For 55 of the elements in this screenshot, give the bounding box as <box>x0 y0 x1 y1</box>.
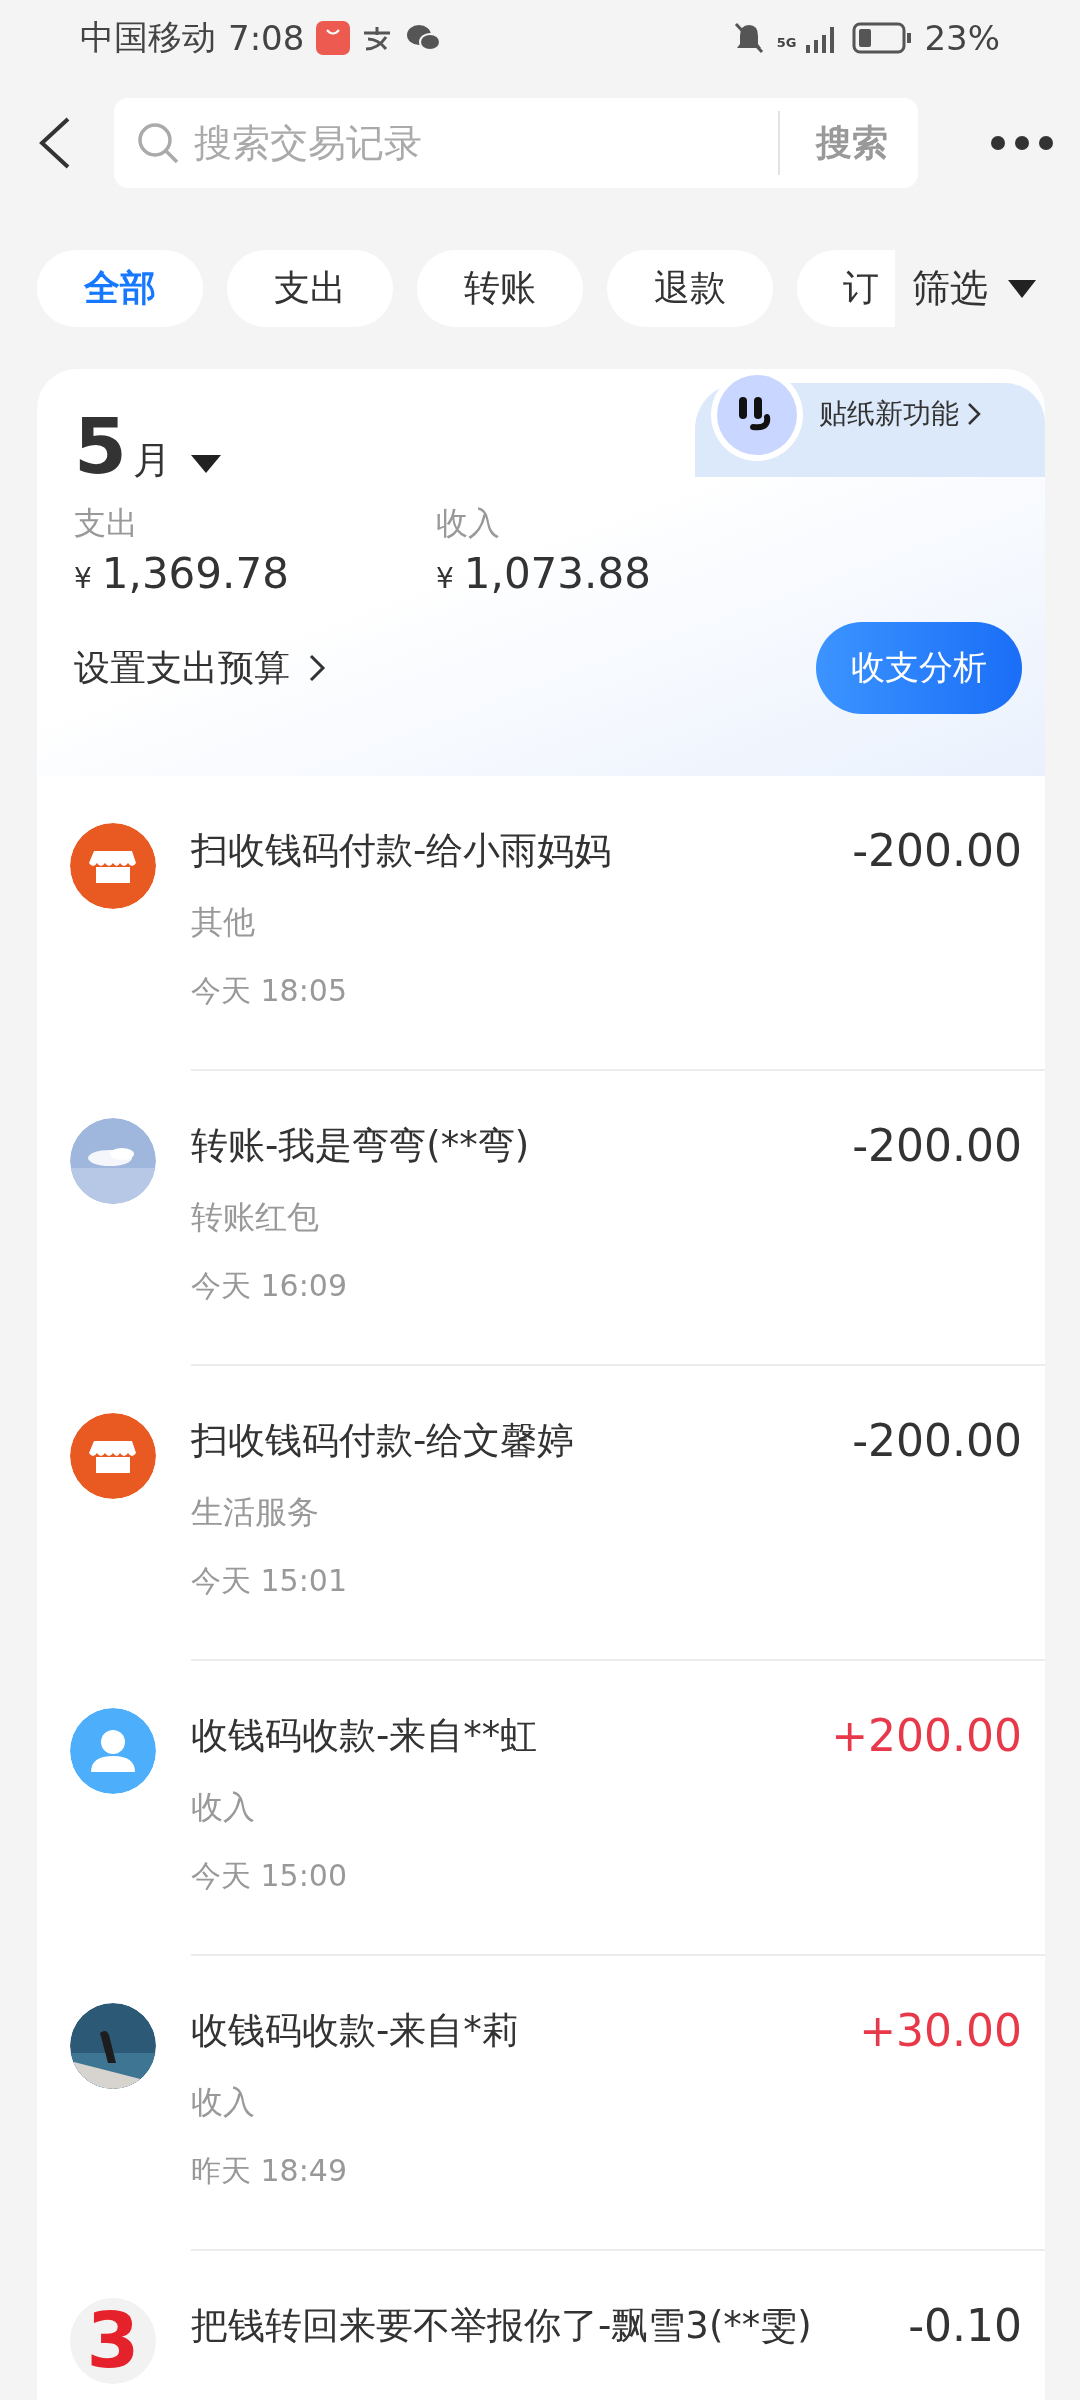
transaction-title[interactable]: 扫收钱码付款-给小雨妈妈 <box>191 826 841 876</box>
currency-sign: ¥ <box>74 562 92 595</box>
transaction-amount: -200.00 <box>852 826 1022 876</box>
income-total: 1,073.88 <box>463 549 651 598</box>
dropdown-icon <box>190 455 221 473</box>
transaction-amount: +200.00 <box>831 1711 1022 1761</box>
transaction-category: 转账红包 <box>191 1197 320 1238</box>
transaction-amount: -0.10 <box>908 2301 1022 2351</box>
back-icon[interactable] <box>38 116 72 170</box>
transaction-title[interactable]: 扫收钱码付款-给文馨婷 <box>191 1416 841 1466</box>
transaction-amount: -200.00 <box>852 1121 1022 1171</box>
carrier-text: 中国移动 <box>80 15 216 59</box>
transaction-amount: +30.00 <box>859 2006 1022 2056</box>
transaction-time: 今天 18:05 <box>191 972 348 1010</box>
search-icon <box>136 121 180 165</box>
transaction-amount: -200.00 <box>852 1416 1022 1466</box>
transaction-title[interactable]: 收钱码收款-来自**虹 <box>191 1711 820 1761</box>
expense-total: 1,369.78 <box>101 549 289 598</box>
currency-sign: ¥ <box>436 562 454 595</box>
analysis-button[interactable]: 收支分析 <box>816 622 1022 714</box>
filter-tab[interactable]: 退款 <box>607 250 773 327</box>
chevron-right-icon <box>967 402 981 426</box>
muted-bell-icon <box>732 20 765 55</box>
expense-label: 支出 <box>74 503 139 544</box>
app-store-icon <box>316 20 351 55</box>
transaction-category: 其他 <box>191 902 256 943</box>
more-icon[interactable] <box>990 135 1054 151</box>
battery-icon <box>852 21 913 54</box>
sticker-feature-link[interactable]: 贴纸新功能 <box>819 395 981 433</box>
network-type-text: 5G <box>776 35 797 49</box>
transaction-title[interactable]: 收钱码收款-来自*莉 <box>191 2006 848 2056</box>
battery-percent: 23% <box>924 17 1000 58</box>
filter-tab[interactable]: 转账 <box>417 250 583 327</box>
shop-icon <box>70 823 156 909</box>
dropdown-icon <box>1008 279 1036 298</box>
filter-tab[interactable]: 订 <box>797 250 895 327</box>
transaction-category: 收入 <box>191 2082 256 2123</box>
filter-tab[interactable]: 支出 <box>227 250 393 327</box>
budget-link[interactable]: 设置支出预算 <box>74 643 326 693</box>
transaction-category: 生活服务 <box>191 1492 320 1533</box>
user-avatar-icon <box>70 1708 156 1794</box>
month-selector[interactable]: 5 月 <box>74 407 221 487</box>
transaction-title[interactable]: 转账-我是弯弯(**弯) <box>191 1121 841 1171</box>
transaction-time: 今天 15:00 <box>191 1857 348 1895</box>
clock-time: 7:08 <box>228 17 305 58</box>
transaction-time: 今天 15:01 <box>191 1562 348 1600</box>
transaction-title[interactable]: 把钱转回来要不举报你了-飘雪3(**雯) <box>191 2301 897 2351</box>
shop-icon <box>70 1413 156 1499</box>
avatar-badge: 3 <box>70 2298 156 2384</box>
transaction-time: 昨天 18:49 <box>191 2152 348 2190</box>
filter-tab[interactable]: 全部 <box>37 250 203 327</box>
transaction-category: 收入 <box>191 1787 256 1828</box>
transaction-time: 今天 16:09 <box>191 1267 348 1305</box>
income-label: 收入 <box>436 503 501 544</box>
chevron-right-icon <box>308 653 326 683</box>
